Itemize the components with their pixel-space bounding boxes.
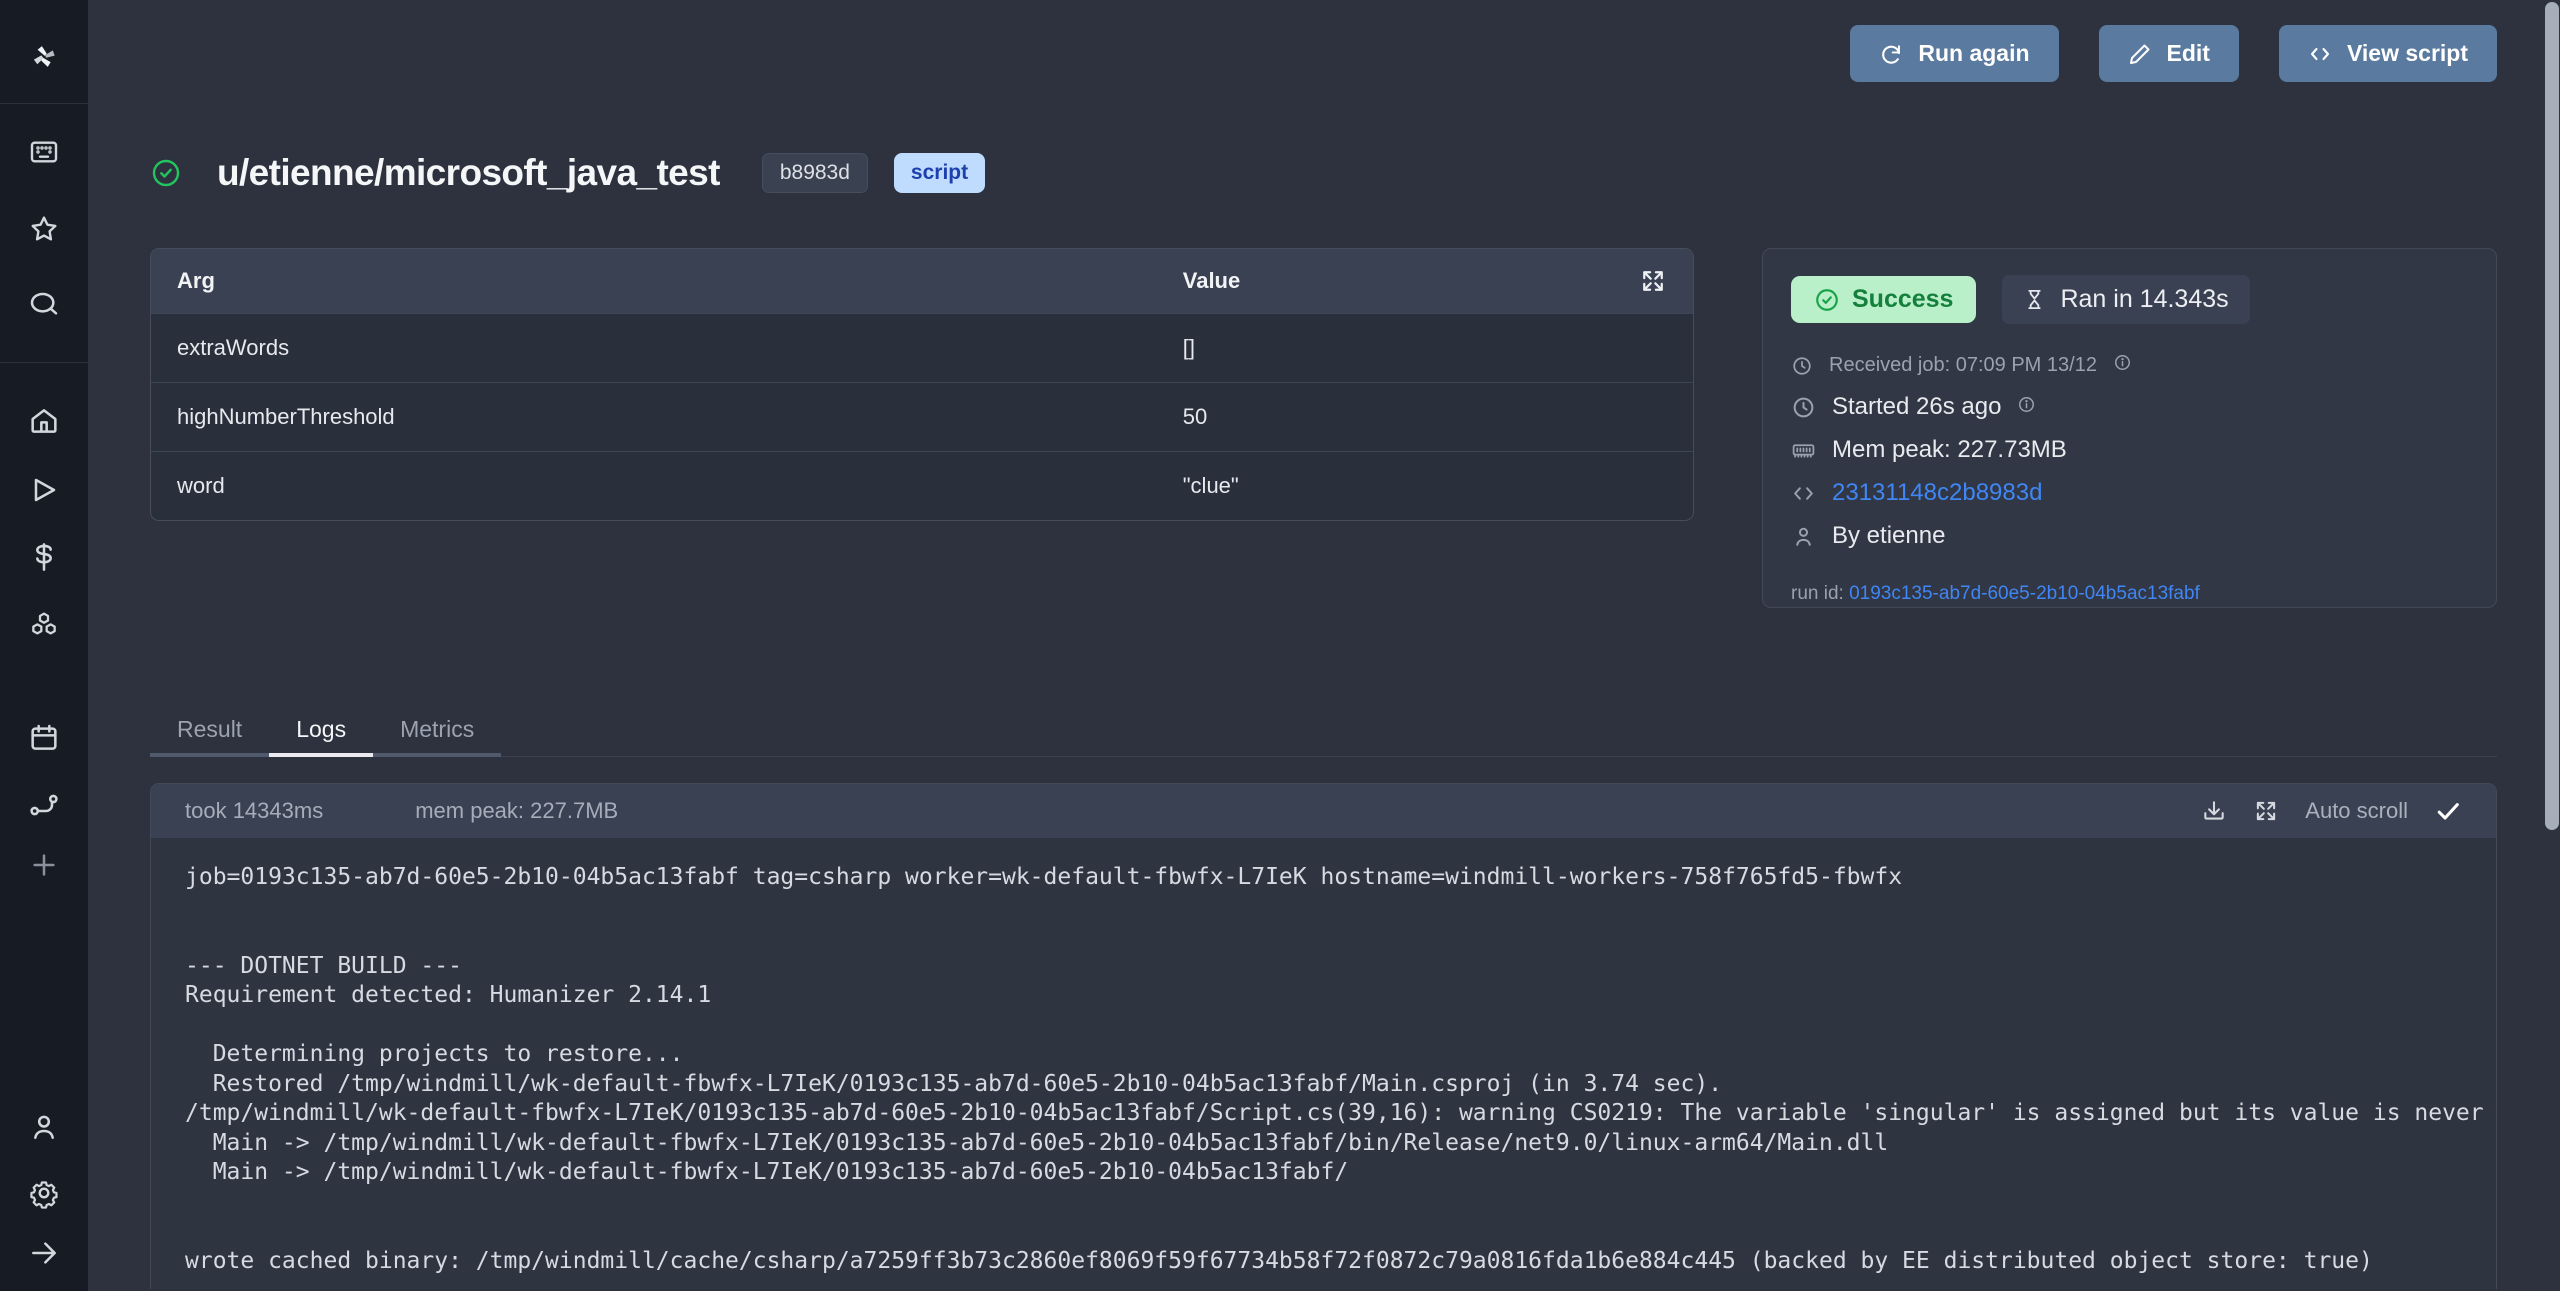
author-label: By etienne xyxy=(1832,522,1945,550)
logs-content[interactable]: job=0193c135-ab7d-60e5-2b10-04b5ac13fabf… xyxy=(151,838,2496,1276)
sidebar-item-create[interactable] xyxy=(25,846,63,884)
info-icon[interactable] xyxy=(2017,393,2036,421)
duration-chip: Ran in 14.343s xyxy=(2002,275,2249,324)
script-type-badge: script xyxy=(894,153,985,193)
sidebar-item-resources[interactable] xyxy=(25,606,63,644)
edit-button[interactable]: Edit xyxy=(2099,25,2239,82)
args-table-header: Arg Value xyxy=(151,249,1693,313)
arg-value: 50 xyxy=(1183,404,1667,430)
windmill-logo[interactable] xyxy=(25,38,63,76)
run-id-link[interactable]: 0193c135-ab7d-60e5-2b10-04b5ac13fabf xyxy=(1849,583,2200,604)
pencil-icon xyxy=(2128,42,2152,66)
table-row: word "clue" xyxy=(151,451,1693,520)
script-hash-link[interactable]: 23131148c2b8983d xyxy=(1832,479,2042,507)
started-row: Started 26s ago xyxy=(1791,393,2468,421)
code-icon xyxy=(2308,42,2332,66)
sidebar-item-home[interactable] xyxy=(25,402,63,440)
started-label: Started 26s ago xyxy=(1832,393,2001,421)
tab-result[interactable]: Result xyxy=(150,705,269,757)
table-row: extraWords [] xyxy=(151,313,1693,382)
mem-peak-row: Mem peak: 227.73MB xyxy=(1791,436,2468,464)
sidebar-item-favorites[interactable] xyxy=(25,210,63,248)
logs-header: took 14343ms mem peak: 227.7MB A xyxy=(151,784,2496,838)
arg-name: extraWords xyxy=(177,335,1183,361)
code-icon xyxy=(1791,481,1816,506)
expand-logs-icon[interactable] xyxy=(2253,798,2279,824)
sidebar-item-apps[interactable] xyxy=(25,133,63,171)
arg-value: "clue" xyxy=(1183,473,1667,499)
logs-mem-peak: mem peak: 227.7MB xyxy=(415,798,618,824)
main-content: Run again Edit View script xyxy=(88,0,2560,1291)
auto-scroll-label: Auto scroll xyxy=(2305,798,2408,824)
view-script-label: View script xyxy=(2347,40,2468,67)
status-label: Success xyxy=(1852,285,1953,314)
sidebar xyxy=(0,0,88,1291)
info-icon[interactable] xyxy=(2113,353,2132,378)
col-header-value: Value xyxy=(1183,268,1639,294)
success-check-icon xyxy=(150,157,182,189)
edit-label: Edit xyxy=(2167,40,2210,67)
toolbar: Run again Edit View script xyxy=(150,25,2497,82)
page-scrollbar[interactable] xyxy=(2545,2,2559,830)
sidebar-item-flows[interactable] xyxy=(25,786,63,824)
settings-gear-icon[interactable] xyxy=(25,1174,63,1212)
run-again-label: Run again xyxy=(1918,40,2029,67)
mem-peak-label: Mem peak: 227.73MB xyxy=(1832,436,2067,464)
received-row: Received job: 07:09 PM 13/12 xyxy=(1791,353,2468,378)
sidebar-divider xyxy=(0,103,88,104)
windmill-run-page: Run again Edit View script xyxy=(0,0,2560,1291)
sidebar-divider xyxy=(0,362,88,363)
expand-sidebar-arrow-icon[interactable] xyxy=(25,1234,63,1272)
expand-args-icon[interactable] xyxy=(1639,267,1667,295)
arg-value: [] xyxy=(1183,335,1667,361)
title-row: u/etienne/microsoft_java_test b8983d scr… xyxy=(150,144,2497,202)
arg-name: highNumberThreshold xyxy=(177,404,1183,430)
user-icon xyxy=(1791,524,1816,549)
memory-icon xyxy=(1791,438,1816,463)
sidebar-item-runs[interactable] xyxy=(25,471,63,509)
clock-icon xyxy=(1791,395,1816,420)
run-id-row: run id: 0193c135-ab7d-60e5-2b10-04b5ac13… xyxy=(1791,583,2468,605)
user-icon[interactable] xyxy=(25,1108,63,1146)
download-logs-icon[interactable] xyxy=(2201,798,2227,824)
view-script-button[interactable]: View script xyxy=(2279,25,2497,82)
tabs: Result Logs Metrics xyxy=(150,705,2497,757)
script-hash-row: 23131148c2b8983d xyxy=(1791,479,2468,507)
run-again-button[interactable]: Run again xyxy=(1850,25,2058,82)
sidebar-item-usage[interactable] xyxy=(25,538,63,576)
run-info-panel: Success Ran in 14.343s Received job: 07:… xyxy=(1762,248,2497,608)
col-header-arg: Arg xyxy=(177,268,1183,294)
sidebar-item-schedules[interactable] xyxy=(25,719,63,757)
script-hash-badge: b8983d xyxy=(762,153,868,193)
check-circle-icon xyxy=(1814,287,1840,313)
tab-logs[interactable]: Logs xyxy=(269,705,373,757)
search-icon[interactable] xyxy=(25,285,63,323)
received-label: Received job: 07:09 PM 13/12 xyxy=(1829,354,2097,377)
tab-metrics[interactable]: Metrics xyxy=(373,705,501,757)
author-row: By etienne xyxy=(1791,522,2468,550)
args-table: Arg Value extraWords [] highNumberThresh… xyxy=(150,248,1694,521)
table-row: highNumberThreshold 50 xyxy=(151,382,1693,451)
clock-icon xyxy=(1791,355,1813,377)
run-id-label: run id: xyxy=(1791,583,1844,604)
page-title: u/etienne/microsoft_java_test xyxy=(217,152,720,194)
status-badge: Success xyxy=(1791,276,1976,323)
auto-scroll-checkbox[interactable] xyxy=(2434,797,2462,825)
duration-label: Ran in 14.343s xyxy=(2060,285,2228,314)
logs-took: took 14343ms xyxy=(185,798,323,824)
tabs-filler xyxy=(501,705,2497,757)
logs-panel: took 14343ms mem peak: 227.7MB A xyxy=(150,783,2497,1289)
refresh-icon xyxy=(1879,42,1903,66)
arg-name: word xyxy=(177,473,1183,499)
hourglass-icon xyxy=(2023,288,2046,311)
